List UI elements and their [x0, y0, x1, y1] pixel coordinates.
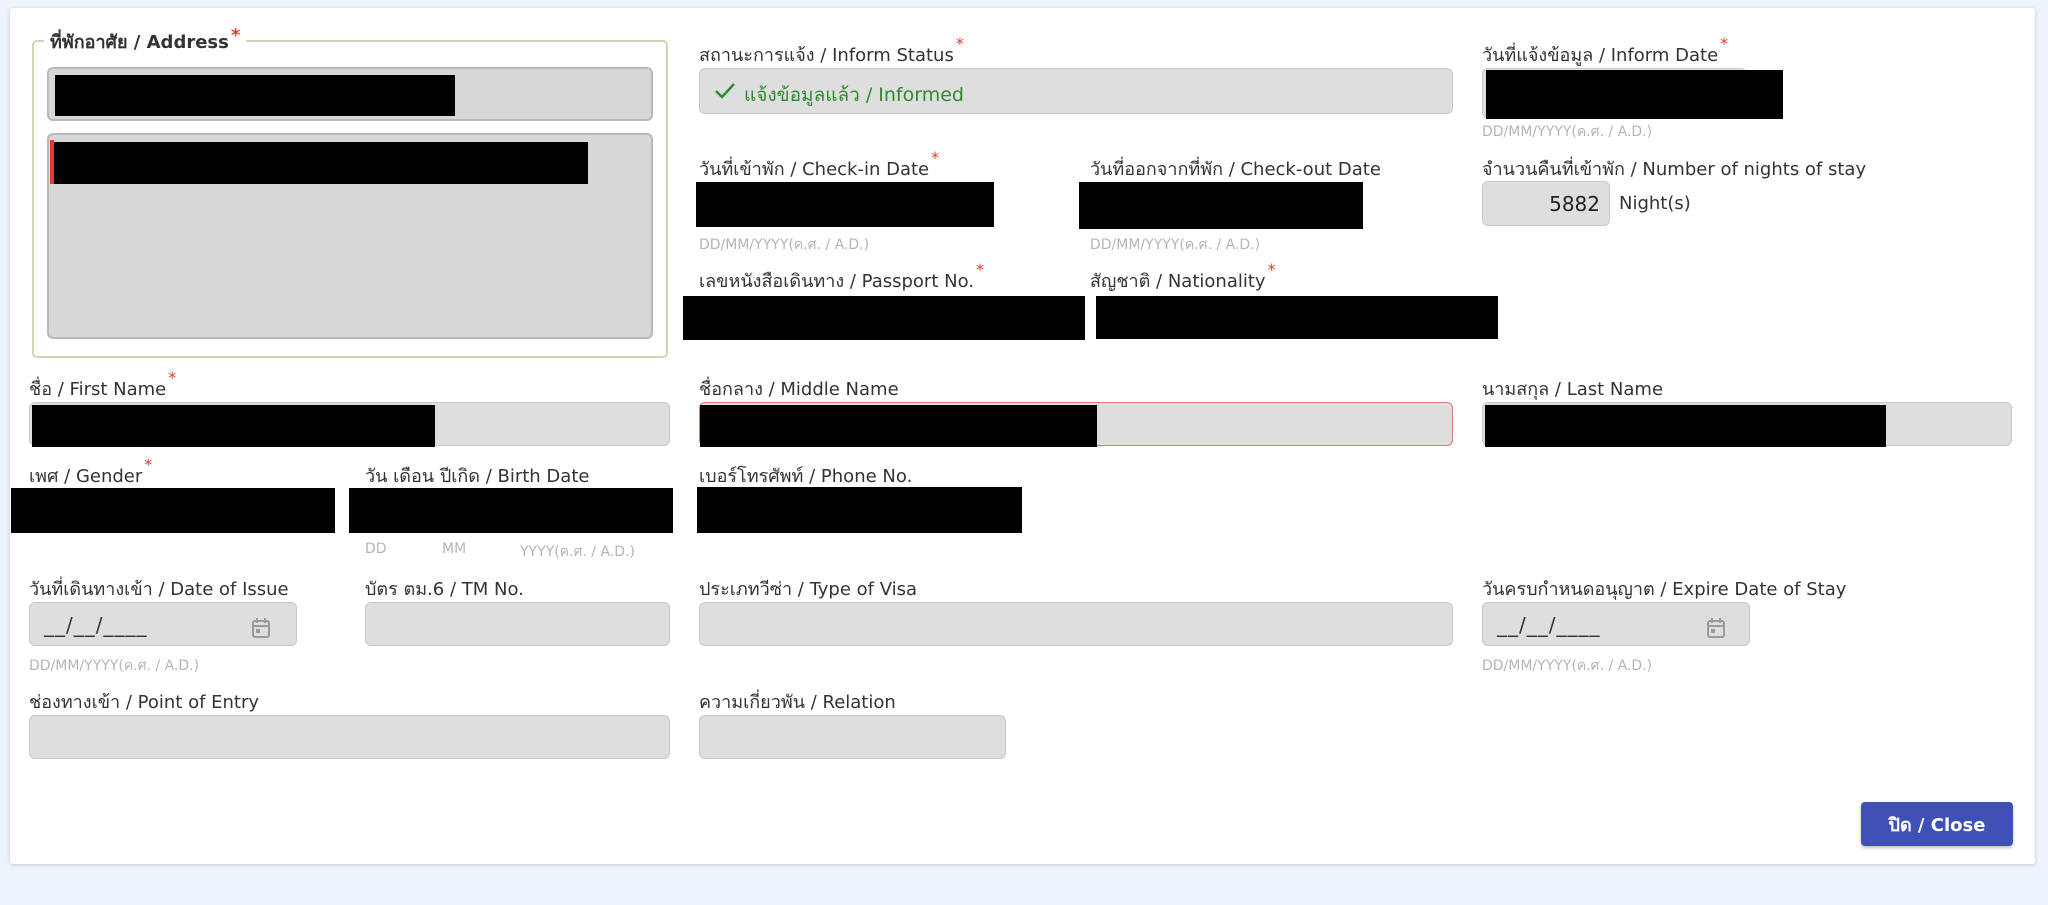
- inform-date-hint: DD/MM/YYYY(ค.ศ. / A.D.): [1482, 124, 1653, 140]
- redacted-middle-name: [700, 405, 1097, 447]
- expire-date-label: วันครบกำหนดอนุญาต / Expire Date of Stay: [1482, 579, 1847, 600]
- expire-date-value: __/__/____: [1497, 613, 1601, 637]
- redacted-nationality[interactable]: [1096, 296, 1498, 339]
- check-icon: [715, 83, 735, 99]
- inform-status-label: สถานะการแจ้ง / Inform Status*: [699, 34, 964, 66]
- checkin-hint: DD/MM/YYYY(ค.ศ. / A.D.): [699, 237, 870, 253]
- birth-date-hint-mm: MM: [442, 541, 467, 557]
- redacted-address-detail: [54, 142, 588, 184]
- visa-type-select[interactable]: [699, 602, 1453, 646]
- date-of-issue-label: วันที่เดินทางเข้า / Date of Issue: [29, 579, 289, 600]
- nights-value: 5882: [1549, 192, 1600, 216]
- birth-date-hint-yyyy: YYYY(ค.ศ. / A.D.): [520, 544, 635, 560]
- redacted-address-line: [55, 75, 455, 116]
- redacted-birth-date[interactable]: [349, 488, 673, 533]
- redacted-first-name: [32, 405, 435, 447]
- redacted-phone-no[interactable]: [697, 487, 1022, 533]
- point-of-entry-select[interactable]: [29, 715, 670, 759]
- redacted-gender[interactable]: [11, 488, 335, 533]
- tm-no-label: บัตร ตม.6 / TM No.: [365, 579, 524, 600]
- relation-label: ความเกี่ยวพัน / Relation: [699, 692, 896, 713]
- nights-unit: Night(s): [1619, 193, 1691, 214]
- birth-date-label: วัน เดือน ปีเกิด / Birth Date: [365, 466, 590, 487]
- phone-label: เบอร์โทรศัพท์ / Phone No.: [699, 466, 913, 487]
- inform-date-label: วันที่แจ้งข้อมูล / Inform Date*: [1482, 34, 1729, 66]
- checkout-label: วันที่ออกจากที่พัก / Check-out Date: [1090, 159, 1381, 180]
- redacted-checkin-date[interactable]: [696, 182, 994, 227]
- passport-label: เลขหนังสือเดินทาง / Passport No.*: [699, 260, 984, 292]
- nationality-label: สัญชาติ / Nationality*: [1090, 260, 1276, 292]
- relation-select[interactable]: [699, 715, 1006, 759]
- redacted-inform-date: [1486, 70, 1783, 119]
- middle-name-label: ชื่อกลาง / Middle Name: [699, 379, 899, 400]
- visa-type-label: ประเภทวีซ่า / Type of Visa: [699, 579, 918, 600]
- date-of-issue-hint: DD/MM/YYYY(ค.ศ. / A.D.): [29, 658, 200, 674]
- address-legend: ที่พักอาศัย / Address *: [44, 25, 247, 56]
- gender-label: เพศ / Gender*: [29, 455, 153, 487]
- redacted-checkout-date[interactable]: [1079, 182, 1363, 229]
- nights-label: จำนวนคืนที่เข้าพัก / Number of nights of…: [1482, 159, 1867, 180]
- checkin-label: วันที่เข้าพัก / Check-in Date*: [699, 148, 940, 180]
- inform-status-value: แจ้งข้อมูลแล้ว / Informed: [744, 84, 964, 106]
- first-name-label: ชื่อ / First Name*: [29, 368, 177, 400]
- close-button[interactable]: ปิด / Close: [1861, 802, 2013, 846]
- birth-date-hint-dd: DD: [365, 541, 387, 557]
- calendar-icon[interactable]: [1706, 617, 1726, 639]
- last-name-label: นามสกุล / Last Name: [1482, 379, 1664, 400]
- checkout-hint: DD/MM/YYYY(ค.ศ. / A.D.): [1090, 237, 1261, 253]
- date-of-issue-value: __/__/____: [44, 613, 148, 637]
- redacted-last-name: [1485, 405, 1886, 447]
- calendar-icon[interactable]: [251, 617, 271, 639]
- expire-date-hint: DD/MM/YYYY(ค.ศ. / A.D.): [1482, 658, 1653, 674]
- redacted-passport-no[interactable]: [683, 296, 1085, 340]
- point-of-entry-label: ช่องทางเข้า / Point of Entry: [29, 692, 260, 713]
- tm-no-input[interactable]: [365, 602, 670, 646]
